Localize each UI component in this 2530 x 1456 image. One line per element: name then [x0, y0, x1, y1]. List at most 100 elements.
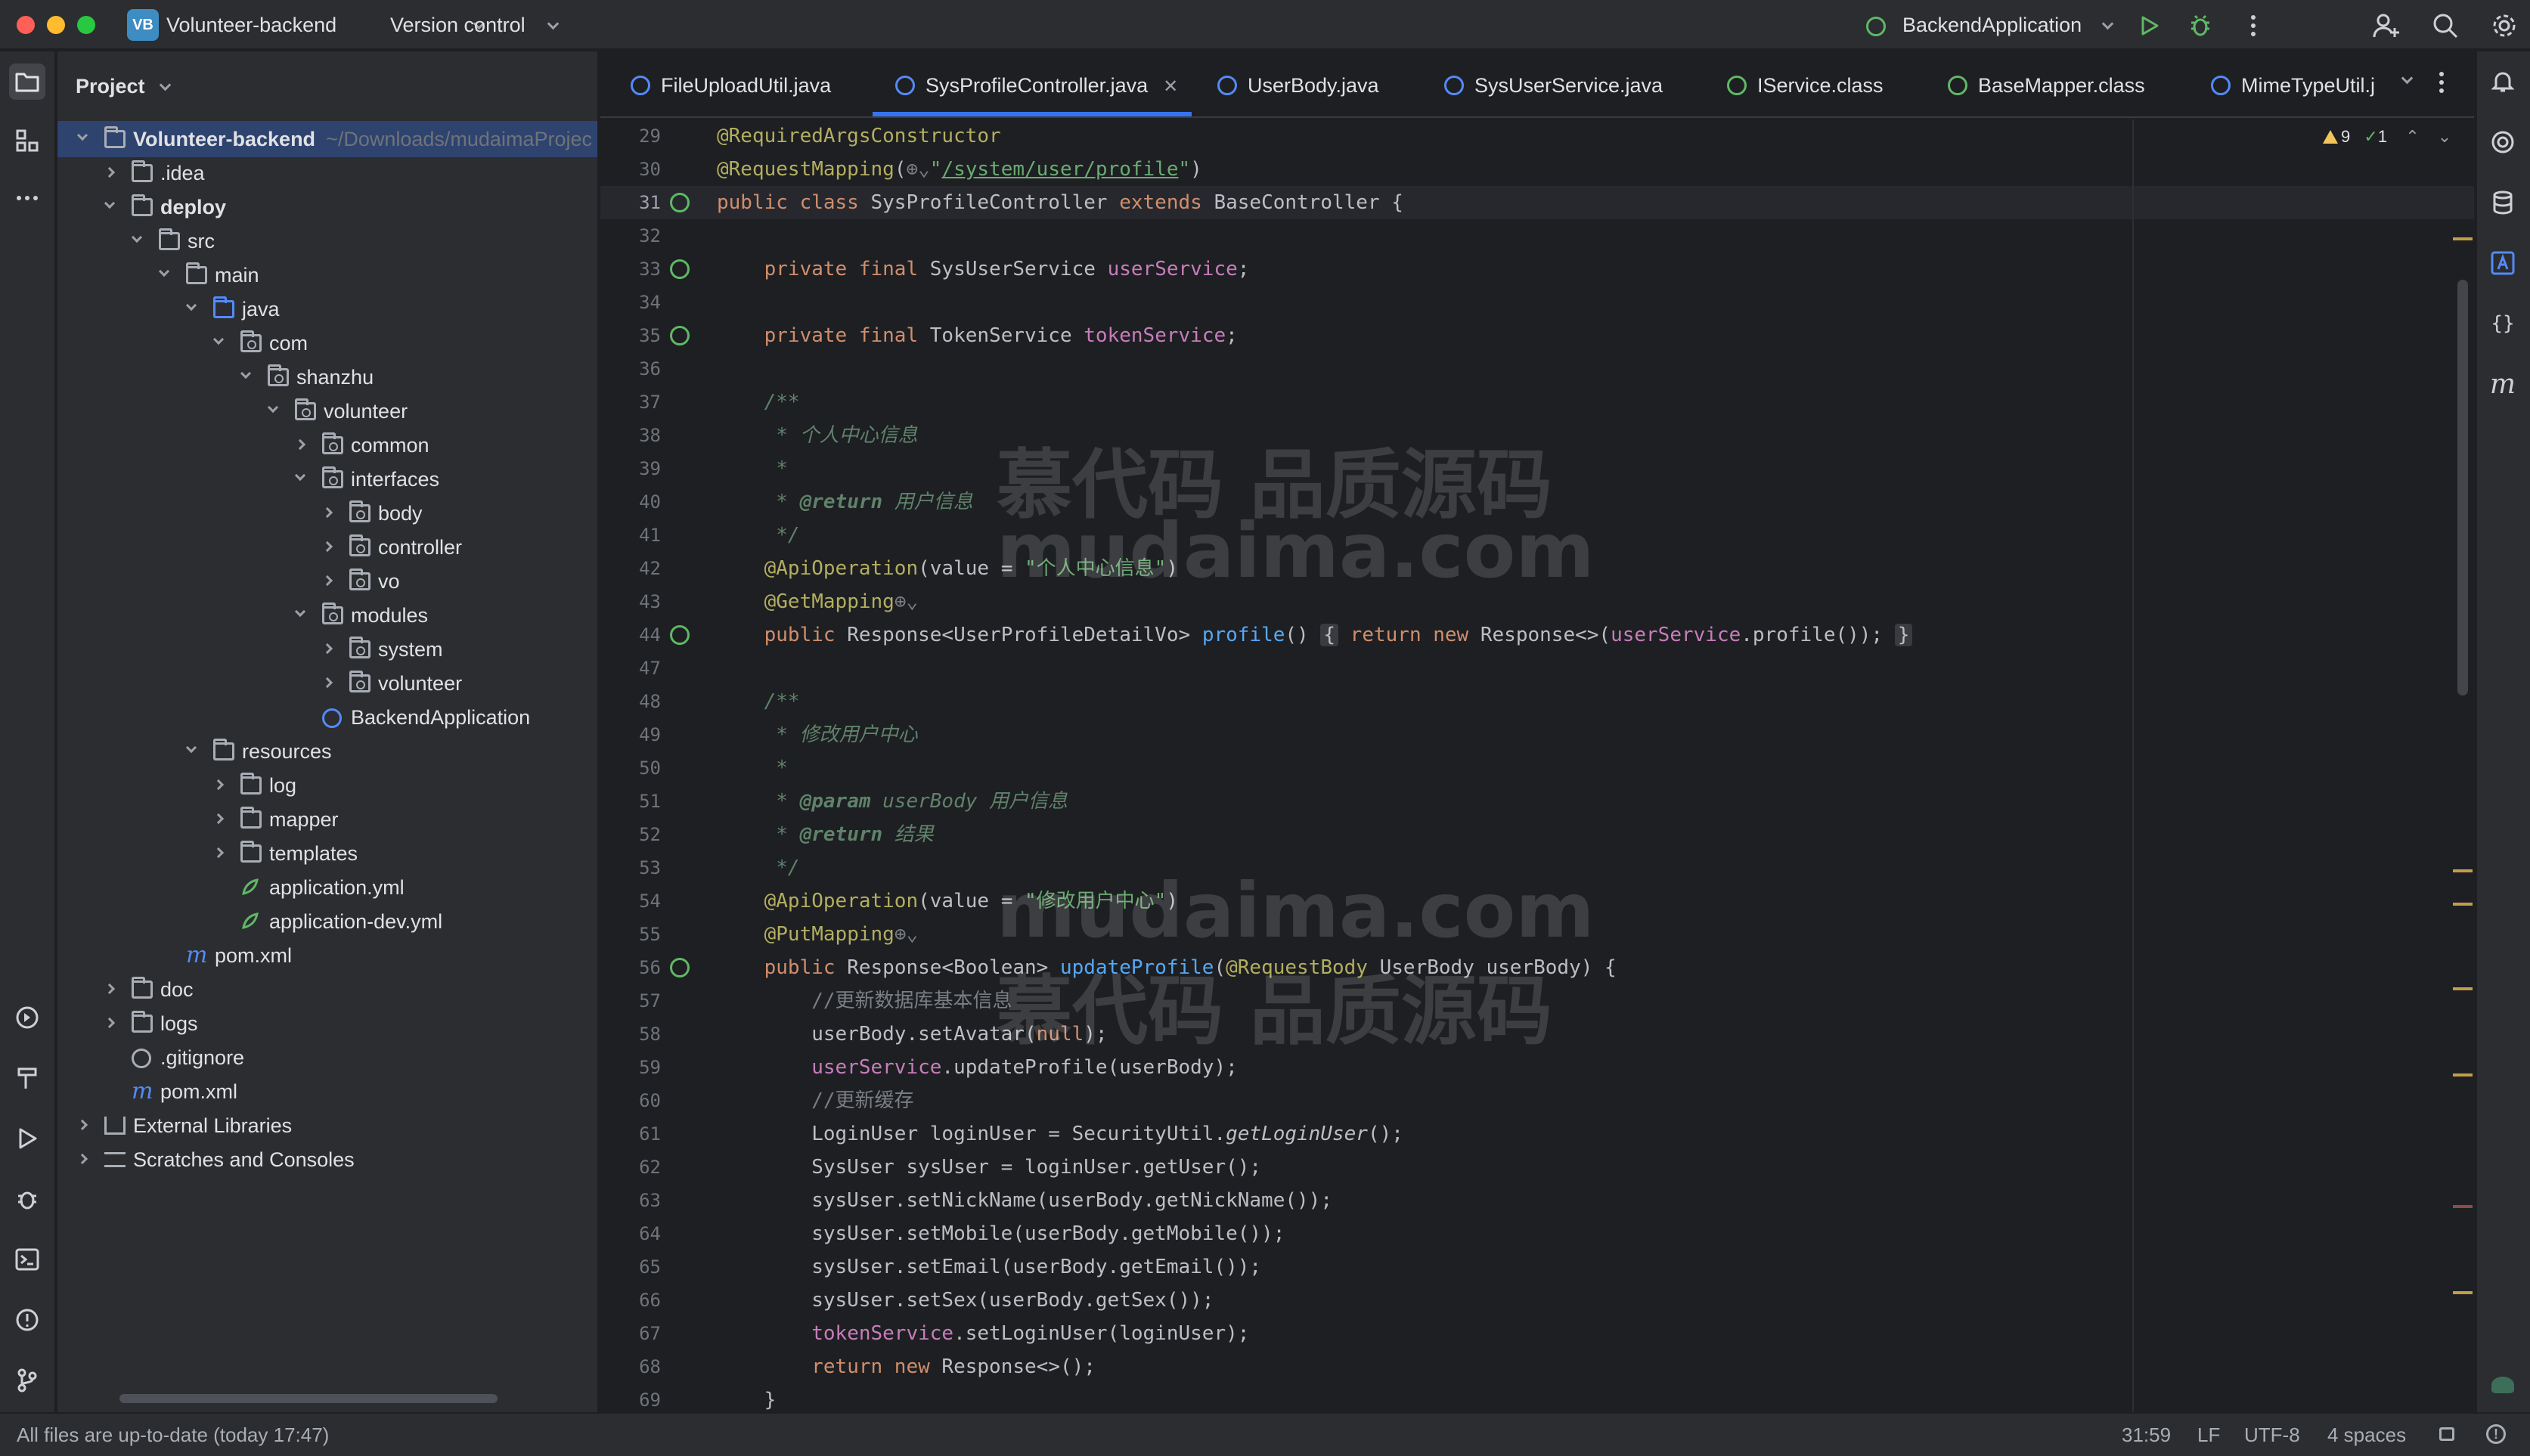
chevron-down-icon[interactable] [267, 401, 279, 414]
line-number[interactable]: 47 [600, 652, 661, 685]
structure-tool-button[interactable] [9, 122, 45, 159]
chevron-down-icon[interactable] [294, 469, 306, 482]
line-number[interactable]: 58 [600, 1018, 661, 1051]
minimize-window-button[interactable] [47, 16, 65, 34]
bean-icon[interactable] [670, 193, 690, 212]
warning-stripe[interactable] [2453, 1205, 2473, 1208]
database-button[interactable] [2485, 184, 2521, 221]
tree-item[interactable]: m pom.xml [57, 937, 597, 974]
debug-button[interactable] [2185, 11, 2215, 41]
tree-item[interactable]: deploy [57, 189, 597, 225]
chevron-right-icon[interactable] [104, 166, 116, 178]
more-actions-button[interactable] [2238, 11, 2268, 41]
line-number[interactable]: 48 [600, 685, 661, 718]
line-number[interactable]: 38 [600, 419, 661, 452]
maven-button[interactable]: m [2485, 366, 2521, 402]
debug-tool-button[interactable] [9, 1181, 45, 1217]
tree-item[interactable]: templates [57, 835, 597, 872]
tree-item[interactable]: java [57, 291, 597, 327]
tab-basemapper[interactable]: BaseMapper.class [1948, 51, 2145, 116]
tab-sysuserservice[interactable]: SysUserService.java [1444, 51, 1663, 116]
warning-stripe[interactable] [2453, 903, 2473, 906]
tree-item[interactable]: main [57, 257, 597, 293]
chevron-right-icon[interactable] [294, 438, 306, 451]
services-tool-button[interactable] [9, 999, 45, 1036]
tree-item[interactable]: com [57, 325, 597, 361]
tree-item[interactable]: vo [57, 563, 597, 599]
line-number[interactable]: 32 [600, 219, 661, 252]
chevron-right-icon[interactable] [104, 983, 116, 995]
tree-item[interactable]: Volunteer-backend ~/Downloads/mudaimaProj… [57, 121, 597, 157]
line-number[interactable]: 53 [600, 851, 661, 884]
line-number[interactable]: 35 [600, 319, 661, 352]
tree-item[interactable]: logs [57, 1005, 597, 1042]
tree-item[interactable]: body [57, 495, 597, 531]
plugin-avatar-button[interactable] [2485, 1367, 2521, 1403]
tab-iservice[interactable]: IService.class [1727, 51, 1884, 116]
chevron-down-icon[interactable] [185, 742, 197, 754]
project-tool-button[interactable] [9, 64, 45, 100]
run-tool-button[interactable] [9, 1120, 45, 1157]
chevron-right-icon[interactable] [212, 813, 225, 825]
chevron-down-icon[interactable]: ⌄ [2438, 127, 2451, 146]
tree-item[interactable]: controller [57, 529, 597, 565]
tree-item[interactable]: interfaces [57, 461, 597, 497]
line-number[interactable]: 51 [600, 785, 661, 818]
line-number[interactable]: 56 [600, 951, 661, 984]
chevron-right-icon[interactable] [104, 1017, 116, 1029]
line-number[interactable]: 52 [600, 818, 661, 851]
line-number[interactable]: 55 [600, 918, 661, 951]
problems-tool-button[interactable] [9, 1302, 45, 1338]
line-number[interactable]: 66 [600, 1284, 661, 1317]
terminal-tool-button[interactable] [9, 1241, 45, 1278]
lock-icon[interactable] [2439, 1427, 2454, 1441]
editor-vertical-scrollbar[interactable] [2457, 280, 2468, 695]
warning-stripe[interactable] [2453, 1073, 2473, 1077]
tree-item[interactable]: BackendApplication [57, 699, 597, 736]
warning-stripe[interactable] [2453, 869, 2473, 872]
chevron-right-icon[interactable] [321, 541, 333, 553]
line-number[interactable]: 49 [600, 718, 661, 751]
warning-stripe[interactable] [2453, 987, 2473, 990]
line-number[interactable]: 62 [600, 1151, 661, 1184]
file-encoding[interactable]: UTF-8 [2244, 1414, 2300, 1456]
line-number[interactable]: 40 [600, 485, 661, 519]
tree-item[interactable]: modules [57, 597, 597, 634]
line-number[interactable]: 37 [600, 386, 661, 419]
tree-item[interactable]: .idea [57, 155, 597, 191]
line-number[interactable]: 31 [600, 186, 661, 219]
close-window-button[interactable] [17, 16, 35, 34]
line-number[interactable]: 42 [600, 552, 661, 585]
tab-mimetypeutil[interactable]: MimeTypeUtil.j [2211, 51, 2385, 116]
status-message[interactable]: All files are up-to-date (today 17:47) [17, 1414, 329, 1456]
tab-sysprofilecontroller[interactable]: SysProfileController.java ✕ [872, 51, 1192, 116]
tree-item[interactable]: External Libraries [57, 1107, 597, 1144]
warning-stripe[interactable] [2453, 1291, 2473, 1294]
line-number[interactable]: 60 [600, 1084, 661, 1117]
chevron-right-icon[interactable] [212, 779, 225, 791]
project-panel-header[interactable]: Project [76, 51, 172, 121]
tree-item[interactable]: resources [57, 733, 597, 770]
code-editor[interactable]: 29 30 31 32 33 34 35 36 37 38 39 40 41 42 43 44 47 48 49 50… [600, 119, 2474, 1412]
line-number[interactable]: 59 [600, 1051, 661, 1084]
run-configuration-selector[interactable]: BackendApplication [1866, 0, 2114, 50]
warning-stripe[interactable] [2453, 237, 2473, 240]
tree-item[interactable]: volunteer [57, 393, 597, 429]
tree-item[interactable]: common [57, 427, 597, 463]
tree-item[interactable]: .gitignore [57, 1039, 597, 1076]
chevron-down-icon[interactable] [185, 299, 197, 311]
tab-more-button[interactable] [2438, 71, 2453, 97]
chevron-down-icon[interactable] [294, 606, 306, 618]
inspection-widget[interactable]: 9 ✓1 ⌃ ⌄ [2323, 127, 2451, 147]
line-separator[interactable]: LF [2197, 1414, 2220, 1456]
chevron-down-icon[interactable] [76, 129, 88, 141]
line-number[interactable]: 67 [600, 1317, 661, 1350]
chevron-right-icon[interactable] [321, 575, 333, 587]
git-tool-button[interactable] [9, 1362, 45, 1399]
line-number[interactable]: 36 [600, 352, 661, 386]
settings-button[interactable] [2489, 11, 2519, 41]
chevron-right-icon[interactable] [76, 1119, 88, 1131]
tree-item[interactable]: Scratches and Consoles [57, 1142, 597, 1178]
indent-setting[interactable]: 4 spaces [2327, 1414, 2406, 1456]
chevron-up-icon[interactable]: ⌃ [2405, 127, 2419, 146]
